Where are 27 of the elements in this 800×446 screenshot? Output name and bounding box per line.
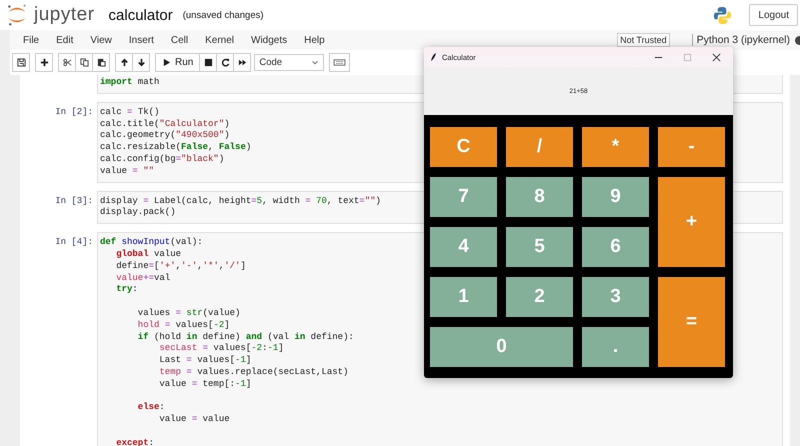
code-line: value = value <box>158 414 230 426</box>
code-line: secLast = values[-2:-1] <box>158 343 284 356</box>
cell-prompt: In [4]: <box>55 237 93 248</box>
code-line: calc.config(bg="black") <box>100 154 224 166</box>
code-line: calc = Tk() <box>100 106 160 119</box>
code-line: try: <box>115 284 138 296</box>
code-line: if (hold in define) and (val in define): <box>136 332 354 344</box>
code-line: display.pack() <box>100 207 176 220</box>
code-line: temp = values.replace(secLast,Last) <box>158 366 348 379</box>
cell-prompt: In [3]: <box>55 196 93 206</box>
save-status: (unsaved changes) <box>182 10 264 20</box>
code-line: define=['+','-','*','/'] <box>115 260 246 273</box>
code-line: calc.geometry("490x500") <box>100 130 230 142</box>
code-line: def showInput(val): <box>100 237 203 249</box>
code-line: value+=val <box>115 272 170 284</box>
code-line: else: <box>136 402 165 414</box>
code-line: value = temp[:-1] <box>158 378 252 391</box>
cell-prompt: In [2]: <box>55 106 93 117</box>
code-line: import math <box>100 77 160 89</box>
code-line: calc.title("Calculator") <box>100 118 230 130</box>
code-line: values = str(value) <box>136 308 240 320</box>
code-line: calc.resizable(False, False) <box>100 142 252 154</box>
code-line: hold = values[-2] <box>136 320 230 332</box>
code-line: global value <box>115 248 182 261</box>
code-line: value = "" <box>100 166 154 178</box>
code-line: display = Label(calc, height=5, width = 70, text="") <box>100 196 381 208</box>
code-line: Last = values[-1] <box>158 355 252 367</box>
